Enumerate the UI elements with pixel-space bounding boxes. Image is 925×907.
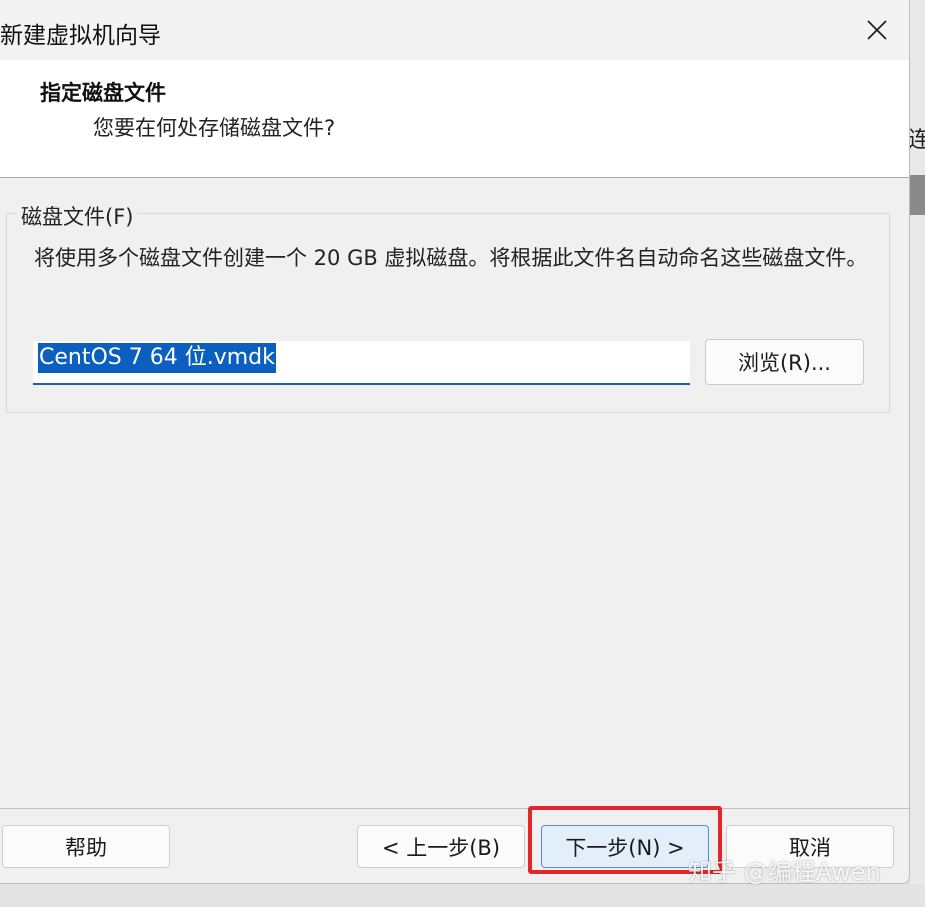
background-bottom-strip (0, 884, 925, 907)
watermark: 知乎 @编程Awen (688, 858, 881, 886)
background-window-scrollbar (910, 175, 925, 215)
wizard-header: 指定磁盘文件 您要在何处存储磁盘文件? (0, 60, 909, 178)
background-window-text: 连 (908, 128, 925, 153)
browse-button[interactable]: 浏览(R)... (705, 339, 864, 385)
disk-filename-input[interactable]: CentOS 7 64 位.vmdk (33, 341, 690, 385)
disk-file-group-label: 磁盘文件(F) (17, 201, 138, 231)
title-bar: 新建虚拟机向导 (0, 0, 909, 60)
back-button[interactable]: < 上一步(B) (357, 825, 525, 868)
page-subtitle: 您要在何处存储磁盘文件? (93, 116, 336, 140)
window-title: 新建虚拟机向导 (0, 23, 161, 49)
disk-file-group: 磁盘文件(F) 将使用多个磁盘文件创建一个 20 GB 虚拟磁盘。将根据此文件名… (6, 201, 890, 413)
page-title: 指定磁盘文件 (40, 81, 166, 105)
disk-filename-selected-text: CentOS 7 64 位.vmdk (38, 343, 276, 373)
help-button[interactable]: 帮助 (2, 825, 170, 868)
footer-divider (0, 808, 909, 809)
close-button[interactable] (852, 8, 902, 52)
close-icon (867, 20, 887, 40)
new-vm-wizard-dialog: 新建虚拟机向导 指定磁盘文件 您要在何处存储磁盘文件? 磁盘文件(F) 将使用多… (0, 0, 910, 884)
disk-file-description: 将使用多个磁盘文件创建一个 20 GB 虚拟磁盘。将根据此文件名自动命名这些磁盘… (34, 246, 868, 270)
